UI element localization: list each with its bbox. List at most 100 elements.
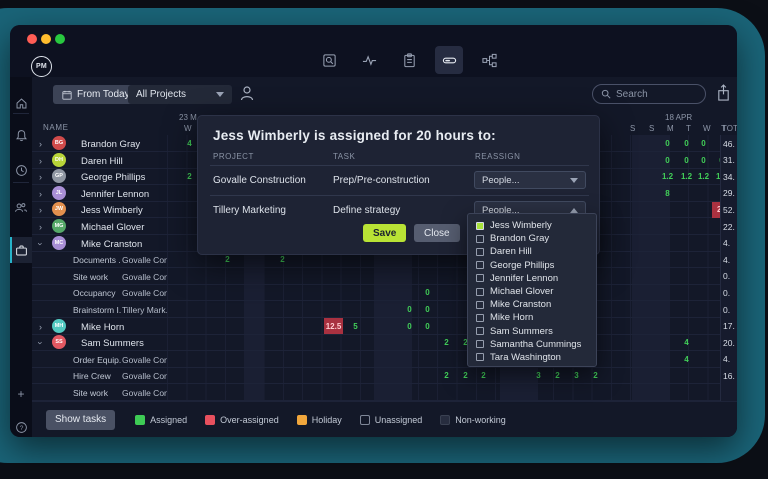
projects-briefcase-icon[interactable] — [10, 237, 32, 263]
help-icon[interactable]: ? — [10, 415, 32, 437]
checkbox-unchecked[interactable] — [476, 301, 484, 309]
assigned-cell[interactable]: 2 — [474, 368, 493, 384]
assigned-cell[interactable]: 3 — [567, 368, 586, 384]
checkbox-unchecked[interactable] — [476, 248, 484, 256]
assigned-cell[interactable]: 0 — [694, 152, 713, 168]
add-plus-icon[interactable]: + — [10, 382, 32, 406]
show-tasks-button[interactable]: Show tasks — [46, 410, 115, 430]
chevron-right-icon[interactable]: › — [39, 222, 42, 232]
assigned-cell[interactable]: 3 — [529, 368, 548, 384]
search-document-icon[interactable] — [315, 46, 343, 74]
divider — [210, 165, 589, 166]
checkbox-unchecked[interactable] — [476, 314, 484, 322]
chevron-down-icon[interactable]: › — [36, 242, 46, 245]
assigned-cell[interactable]: 0 — [418, 302, 437, 318]
chevron-right-icon[interactable]: › — [39, 156, 42, 166]
dropdown-option-label: Daren Hill — [490, 246, 532, 257]
assigned-cell[interactable]: 2 — [586, 368, 605, 384]
assigned-cell[interactable]: 0 — [418, 285, 437, 301]
activity-icon[interactable] — [355, 46, 383, 74]
row-total: 20. — [720, 334, 737, 351]
legend-item: Holiday — [297, 415, 342, 425]
assigned-cell[interactable]: 5 — [346, 318, 365, 334]
dropdown-option[interactable]: Jennifer Lennon — [476, 272, 596, 285]
dropdown-option[interactable]: Samantha Cummings — [476, 338, 596, 351]
checkbox-unchecked[interactable] — [476, 261, 484, 269]
dropdown-option[interactable]: George Phillips — [476, 259, 596, 272]
chevron-right-icon[interactable]: › — [39, 322, 42, 332]
dropdown-option[interactable]: Michael Glover — [476, 285, 596, 298]
save-button[interactable]: Save — [363, 224, 406, 242]
app-window: PM +? From Today All Projects — [10, 25, 737, 437]
dropdown-option[interactable]: Sam Summers — [476, 325, 596, 338]
assigned-cell[interactable]: 1.2 — [658, 169, 677, 185]
assigned-cell[interactable]: 1.2 — [694, 169, 713, 185]
person-name: Jennifer Lennon — [81, 189, 149, 200]
checkbox-unchecked[interactable] — [476, 274, 484, 282]
person-row[interactable]: ›SSSam Summers — [32, 334, 737, 351]
assigned-cell[interactable]: 0 — [658, 136, 677, 152]
legend-swatch — [440, 415, 450, 425]
task-row[interactable]: Site workGovalle Con... — [32, 384, 737, 401]
assigned-cell[interactable]: 4 — [677, 351, 696, 367]
chevron-right-icon[interactable]: › — [39, 139, 42, 149]
from-today-button[interactable]: From Today — [53, 85, 139, 104]
task-row[interactable]: Brainstorm I...Tillery Mark... — [32, 301, 737, 318]
checkbox-unchecked[interactable] — [476, 340, 484, 348]
search-input[interactable] — [616, 89, 696, 100]
assigned-cell[interactable]: 2 — [456, 368, 475, 384]
workload-icon[interactable] — [435, 46, 463, 74]
zoom-window-button[interactable] — [55, 34, 65, 44]
dropdown-option[interactable]: Jess Wimberly — [476, 219, 596, 232]
dropdown-option[interactable]: Brandon Gray — [476, 232, 596, 245]
assigned-cell[interactable]: 4 — [677, 335, 696, 351]
assigned-cell[interactable]: 0 — [418, 318, 437, 334]
dropdown-option[interactable]: Tara Washington — [476, 351, 596, 364]
close-button[interactable]: Close — [414, 224, 460, 242]
task-row[interactable]: Site workGovalle Con... — [32, 268, 737, 285]
chevron-right-icon[interactable]: › — [39, 205, 42, 215]
checkbox-unchecked[interactable] — [476, 235, 484, 243]
task-row[interactable]: OccupancyGovalle Con... — [32, 284, 737, 301]
workflow-icon[interactable] — [475, 46, 503, 74]
legend-label: Over-assigned — [220, 415, 279, 425]
minimize-window-button[interactable] — [41, 34, 51, 44]
team-icon[interactable] — [10, 195, 32, 219]
reassign-select-1[interactable]: People... — [474, 171, 586, 189]
chevron-right-icon[interactable]: › — [39, 172, 42, 182]
checkbox-checked[interactable] — [476, 222, 484, 230]
project-filter-select[interactable]: All Projects — [128, 85, 232, 104]
assigned-cell[interactable]: 2 — [548, 368, 567, 384]
assigned-cell[interactable]: 0 — [400, 302, 419, 318]
close-window-button[interactable] — [27, 34, 37, 44]
people-filter-icon[interactable] — [239, 84, 255, 102]
home-icon[interactable] — [10, 91, 32, 115]
assigned-cell[interactable]: 8 — [658, 185, 677, 201]
person-row[interactable]: ›MHMike Horn — [32, 318, 737, 335]
clock-icon[interactable] — [10, 158, 32, 182]
over-assigned-cell[interactable]: 12.5 — [324, 318, 343, 334]
task-row[interactable]: Hire CrewGovalle Con... — [32, 367, 737, 384]
people-dropdown: Jess WimberlyBrandon GrayDaren Hill Georg… — [467, 213, 597, 367]
assigned-cell[interactable]: 0 — [694, 136, 713, 152]
chevron-down-icon[interactable]: › — [36, 342, 46, 345]
dropdown-option[interactable]: Daren Hill — [476, 245, 596, 258]
person-name: Mike Cranston — [81, 239, 142, 250]
checkbox-unchecked[interactable] — [476, 288, 484, 296]
export-icon[interactable] — [716, 83, 731, 102]
search-box[interactable] — [592, 84, 706, 104]
checkbox-unchecked[interactable] — [476, 353, 484, 361]
avatar: DH — [52, 153, 66, 167]
assigned-cell[interactable]: 2 — [437, 335, 456, 351]
notifications-bell-icon[interactable] — [10, 123, 32, 147]
checkbox-unchecked[interactable] — [476, 327, 484, 335]
assigned-cell[interactable]: 2 — [437, 368, 456, 384]
dropdown-option[interactable]: Mike Horn — [476, 311, 596, 324]
chevron-right-icon[interactable]: › — [39, 189, 42, 199]
dropdown-option[interactable]: Mike Cranston — [476, 298, 596, 311]
task-row[interactable]: Order Equip...Govalle Con... — [32, 351, 737, 368]
assigned-cell[interactable]: 0 — [658, 152, 677, 168]
avatar: MC — [52, 236, 66, 250]
report-icon[interactable] — [395, 46, 423, 74]
assigned-cell[interactable]: 0 — [400, 318, 419, 334]
